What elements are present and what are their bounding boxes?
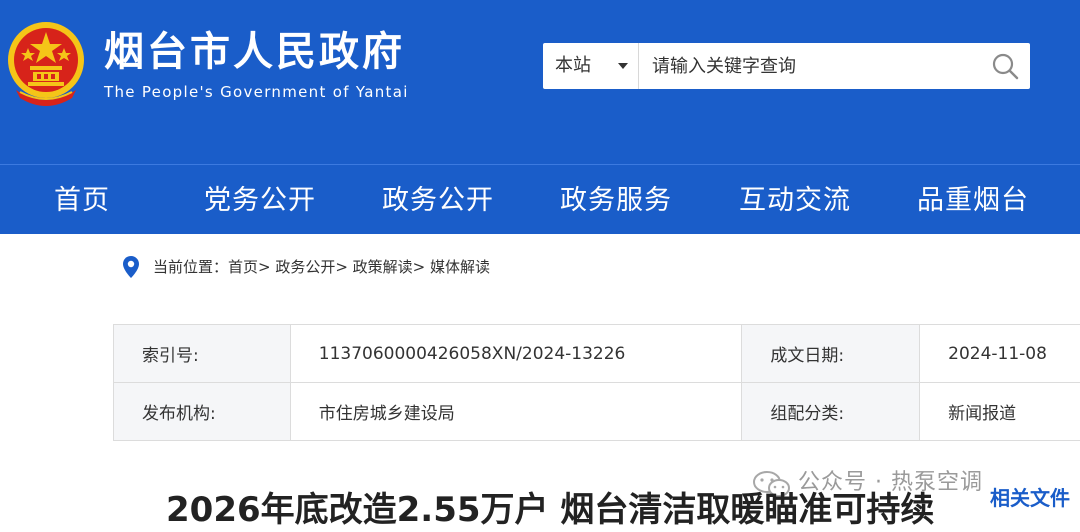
location-pin-icon: [122, 255, 140, 279]
nav-item-discover-yantai[interactable]: 品重烟台: [917, 165, 1029, 235]
index-number-label: 索引号:: [114, 325, 291, 383]
main-nav: 首页 党务公开 政务公开 政务服务 互动交流 品重烟台: [0, 164, 1080, 234]
document-meta-table: 索引号: 113706000042605​8XN/2024-13226 成文日期…: [113, 324, 1080, 441]
search-button[interactable]: [983, 43, 1030, 89]
table-row: 索引号: 113706000042605​8XN/2024-13226 成文日期…: [114, 325, 1080, 383]
site-header: 烟台市人民政府 The People's Government of Yanta…: [0, 0, 1080, 164]
category-label: 组配分类:: [742, 383, 920, 441]
national-emblem-icon[interactable]: [6, 20, 86, 106]
publisher-value: 市住房城乡建设局: [290, 383, 742, 441]
nav-item-home[interactable]: 首页: [54, 165, 110, 235]
issue-date-label: 成文日期:: [742, 325, 920, 383]
search-box: 本站: [543, 43, 1030, 89]
search-icon: [983, 43, 1030, 89]
article-title: 2026年底改造2.55万户 烟台清洁取暖瞄准可持续: [166, 488, 934, 532]
publisher-label: 发布机构:: [114, 383, 291, 441]
caret-down-icon: [618, 63, 628, 69]
related-files-link[interactable]: 相关文件: [990, 484, 1070, 512]
breadcrumb-text[interactable]: 当前位置：首页> 政务公开> 政策解读> 媒体解读: [153, 257, 490, 277]
index-number-value: 113706000042605​8XN/2024-13226: [290, 325, 742, 383]
search-scope-label: 本站: [555, 55, 591, 77]
issue-date-value: 2024-11-08: [920, 325, 1080, 383]
site-subtitle: The People's Government of Yantai: [104, 82, 409, 102]
nav-item-government-services[interactable]: 政务服务: [560, 165, 672, 235]
nav-item-party-affairs[interactable]: 党务公开: [204, 165, 316, 235]
category-value: 新闻报道: [920, 383, 1080, 441]
table-row: 发布机构: 市住房城乡建设局 组配分类: 新闻报道: [114, 383, 1080, 441]
search-scope-select[interactable]: 本站: [543, 43, 639, 89]
search-input[interactable]: [640, 43, 970, 89]
nav-item-government-affairs[interactable]: 政务公开: [382, 165, 494, 235]
site-title[interactable]: 烟台市人民政府: [104, 28, 405, 76]
nav-item-interaction[interactable]: 互动交流: [739, 165, 851, 235]
